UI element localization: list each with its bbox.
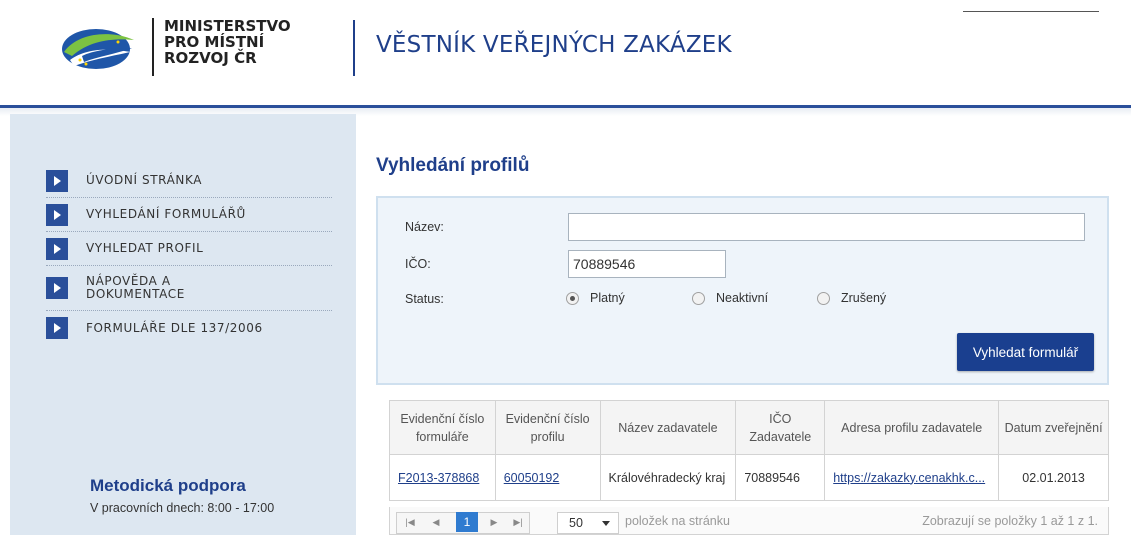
radio-checked-icon[interactable] [566, 291, 579, 305]
status-radio-inactive[interactable]: Neaktivní [692, 291, 768, 305]
ministry-line-2: PRO MÍSTNÍ [164, 33, 265, 51]
page-size-select[interactable]: 50 [557, 512, 619, 534]
last-page-icon[interactable]: ▶| [508, 513, 528, 531]
contracting-authority-cell: Královéhradecký kraj [599, 454, 737, 501]
name-input[interactable] [568, 213, 1085, 241]
radio-label: Neaktivní [716, 291, 769, 305]
sidebar-item-label: NÁPOVĚDA A DOKUMENTACE [86, 274, 185, 301]
page-size-label: položek na stránku [625, 514, 730, 528]
results-table: Evidenční číslo formuláře Evidenční čísl… [389, 400, 1109, 501]
header-divider [353, 20, 355, 76]
header: MINISTERSTVO PRO MÍSTNÍ ROZVOJ ČR VĚSTNÍ… [0, 0, 1131, 108]
column-header[interactable]: IČO Zadavatele [735, 400, 826, 455]
sidebar-item-label: FORMULÁŘE DLE 137/2006 [86, 320, 263, 335]
ico-cell: 70889546 [735, 454, 826, 501]
radio-unchecked-icon[interactable] [817, 291, 830, 305]
name-label: Název: [405, 220, 444, 234]
arrow-right-icon [46, 203, 68, 226]
table-row: F2013-378868 60050192 Královéhradecký kr… [389, 454, 1109, 501]
sidebar: ÚVODNÍ STRÁNKA VYHLEDÁNÍ FORMULÁŘŮ VYHLE… [10, 114, 356, 535]
page: MINISTERSTVO PRO MÍSTNÍ ROZVOJ ČR VĚSTNÍ… [0, 0, 1131, 535]
sidebar-item-forms-137[interactable]: FORMULÁŘE DLE 137/2006 [46, 311, 332, 345]
profile-number-cell: 60050192 [494, 454, 601, 501]
arrow-right-icon [46, 169, 68, 192]
form-number-cell: F2013-378868 [389, 454, 496, 501]
sidebar-item-profile-search[interactable]: VYHLEDAT PROFIL [46, 232, 332, 266]
page-number-current[interactable]: 1 [456, 512, 478, 532]
column-header[interactable]: Evidenční číslo formuláře [389, 400, 496, 455]
sidebar-item-home[interactable]: ÚVODNÍ STRÁNKA [46, 164, 332, 198]
pager: |◀ ◀ 1 ▶ ▶| 50 položek na stránku Zobraz… [389, 507, 1109, 535]
profile-number-link[interactable]: 60050192 [504, 471, 560, 485]
status-radio-valid[interactable]: Platný [566, 291, 625, 305]
radio-label: Zrušený [841, 291, 887, 305]
profile-url-link[interactable]: https://zakazky.cenakhk.c... [833, 471, 985, 485]
page-title: Vyhledání profilů [376, 155, 530, 176]
arrow-right-icon [46, 237, 68, 260]
arrow-right-icon [46, 277, 68, 299]
chevron-down-icon [602, 521, 610, 526]
status-label: Status: [405, 292, 444, 306]
ministry-logo[interactable] [60, 26, 138, 72]
form-number-link[interactable]: F2013-378868 [398, 471, 479, 485]
column-header[interactable]: Adresa profilu zadavatele [824, 400, 1000, 455]
next-page-icon[interactable]: ▶ [484, 513, 504, 531]
first-page-icon[interactable]: |◀ [400, 513, 420, 531]
sidebar-item-label: VYHLEDAT PROFIL [86, 241, 204, 255]
column-header[interactable]: Název zadavatele [599, 400, 737, 455]
top-links[interactable] [963, 4, 1099, 12]
prev-page-icon[interactable]: ◀ [426, 513, 446, 531]
ministry-line-3: ROZVOJ ČR [164, 49, 257, 67]
ministry-name: MINISTERSTVO PRO MÍSTNÍ ROZVOJ ČR [152, 18, 291, 76]
radio-label: Platný [590, 291, 625, 305]
arrow-right-icon [46, 317, 68, 339]
publish-date-cell: 02.01.2013 [998, 454, 1109, 501]
radio-unchecked-icon[interactable] [692, 291, 705, 305]
page-size-value: 50 [569, 516, 583, 530]
sidebar-item-form-search[interactable]: VYHLEDÁNÍ FORMULÁŘŮ [46, 198, 332, 232]
support-title: Metodická podpora [90, 476, 246, 495]
column-header[interactable]: Datum zveřejnění [998, 400, 1109, 455]
table-header-row: Evidenční číslo formuláře Evidenční čísl… [389, 400, 1109, 455]
sidebar-item-label: ÚVODNÍ STRÁNKA [86, 173, 203, 187]
status-radio-cancelled[interactable]: Zrušený [817, 291, 886, 305]
site-title: VĚSTNÍK VEŘEJNÝCH ZAKÁZEK [376, 32, 732, 58]
pager-info: Zobrazují se položky 1 až 1 z 1. [922, 514, 1098, 528]
search-button[interactable]: Vyhledat formulář [957, 333, 1094, 371]
profile-url-cell: https://zakazky.cenakhk.c... [824, 454, 1000, 501]
ministry-line-1: MINISTERSTVO [164, 17, 291, 35]
sidebar-item-label: VYHLEDÁNÍ FORMULÁŘŮ [86, 207, 246, 221]
sidebar-item-help[interactable]: NÁPOVĚDA A DOKUMENTACE [46, 266, 332, 311]
ico-input[interactable] [568, 250, 726, 278]
sidebar-nav: ÚVODNÍ STRÁNKA VYHLEDÁNÍ FORMULÁŘŮ VYHLE… [46, 164, 332, 345]
ico-label: IČO: [405, 257, 431, 271]
column-header[interactable]: Evidenční číslo profilu [494, 400, 601, 455]
support-hours: V pracovních dnech: 8:00 - 17:00 [90, 501, 275, 515]
